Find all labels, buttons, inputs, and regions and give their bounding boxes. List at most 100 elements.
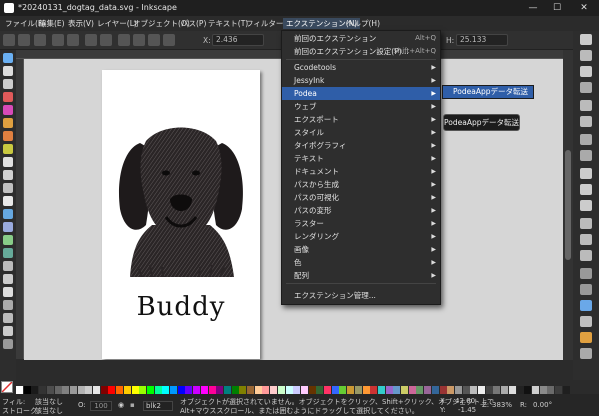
palette-swatch[interactable] [431, 386, 439, 394]
cut-icon[interactable] [580, 184, 592, 195]
vertical-scrollbar-thumb[interactable] [565, 150, 571, 260]
spray-tool-icon[interactable] [3, 209, 13, 219]
mesh-tool-icon[interactable] [3, 261, 13, 271]
flip-vertical-icon[interactable] [100, 34, 112, 46]
palette-swatch[interactable] [316, 386, 324, 394]
palette-swatch[interactable] [185, 386, 193, 394]
palette-swatch[interactable] [193, 386, 201, 394]
palette-swatch[interactable] [100, 386, 108, 394]
palette-swatch[interactable] [424, 386, 432, 394]
palette-swatch[interactable] [231, 386, 239, 394]
palette-swatch[interactable] [555, 386, 562, 394]
flip-horizontal-icon[interactable] [85, 34, 97, 46]
palette-swatch[interactable] [370, 386, 378, 394]
palette-swatch[interactable] [170, 386, 177, 394]
palette-swatch[interactable] [339, 386, 347, 394]
palette-swatch[interactable] [347, 386, 355, 394]
import-icon[interactable] [580, 100, 592, 111]
rotate-ccw-icon[interactable] [52, 34, 64, 46]
menu-item-jessyink[interactable]: JessyInk ▶ [282, 74, 440, 87]
palette-swatch[interactable] [408, 386, 416, 394]
current-layer[interactable]: blk2 [143, 401, 173, 411]
palette-swatch[interactable] [85, 386, 93, 394]
palette-swatch[interactable] [401, 386, 408, 394]
lower-icon[interactable] [148, 34, 160, 46]
stroke-value[interactable]: 該当なし [35, 406, 63, 416]
palette-swatch[interactable] [23, 386, 31, 394]
menu-item-arrange[interactable]: 配列 ▶ [282, 269, 440, 282]
maximize-button[interactable]: ☐ [546, 2, 568, 14]
palette-swatch[interactable] [177, 386, 185, 394]
zoom-selection-icon[interactable] [580, 218, 592, 229]
zoom-value[interactable]: 383% [492, 401, 512, 409]
palette-swatch[interactable] [262, 386, 270, 394]
menu-item-manage-extensions[interactable]: エクステンション管理... [282, 289, 440, 302]
calligraphy-tool-icon[interactable] [3, 326, 13, 336]
menu-item-previous-extension-settings[interactable]: 前回のエクステンション設定(P)... Shift+Alt+Q [282, 45, 440, 58]
palette-swatch[interactable] [331, 386, 339, 394]
close-button[interactable]: ✕ [573, 2, 595, 14]
tweak-tool-icon[interactable] [3, 79, 13, 89]
rectangle-tool-icon[interactable] [3, 105, 13, 115]
palette-swatch[interactable] [146, 386, 154, 394]
node-tool-icon[interactable] [3, 66, 13, 76]
palette-swatch[interactable] [300, 386, 308, 394]
raise-icon[interactable] [133, 34, 145, 46]
dropper-tool-icon[interactable] [3, 274, 13, 284]
menu-view[interactable]: 表示(V) [65, 18, 97, 29]
palette-swatch[interactable] [108, 386, 116, 394]
new-document-icon[interactable] [580, 34, 592, 45]
menu-edit[interactable]: 編集(E) [36, 18, 68, 29]
palette-swatch[interactable] [31, 386, 39, 394]
menu-item-color[interactable]: 色 ▶ [282, 256, 440, 269]
menu-item-text[interactable]: テキスト ▶ [282, 152, 440, 165]
ungroup-icon[interactable] [580, 284, 592, 295]
measure-tool-icon[interactable] [3, 300, 13, 310]
clone-icon[interactable] [580, 250, 592, 261]
gradient-tool-icon[interactable] [3, 248, 13, 258]
menu-item-visualize-path[interactable]: パスの可視化 ▶ [282, 191, 440, 204]
text-tool-icon[interactable] [3, 196, 13, 206]
print-icon[interactable] [580, 82, 592, 93]
lpe-tool-icon[interactable] [3, 313, 13, 323]
submenu-item-podeaapp-data-transfer[interactable]: PodeaAppデータ転送 [443, 86, 533, 98]
document-page[interactable]: Buddy [102, 70, 260, 359]
selector-tool-icon[interactable] [3, 53, 13, 63]
raise-to-top-icon[interactable] [118, 34, 130, 46]
select-all-layers-icon[interactable] [18, 34, 30, 46]
palette-swatch[interactable] [385, 386, 393, 394]
menu-item-podea[interactable]: Podea ▶ [282, 87, 440, 100]
group-icon[interactable] [580, 268, 592, 279]
menu-item-images[interactable]: 画像 ▶ [282, 243, 440, 256]
deselect-icon[interactable] [34, 34, 46, 46]
palette-swatch[interactable] [62, 386, 70, 394]
select-all-icon[interactable] [3, 34, 15, 46]
menu-item-document[interactable]: ドキュメント ▶ [282, 165, 440, 178]
save-icon[interactable] [580, 66, 592, 77]
palette-swatch[interactable] [116, 386, 124, 394]
palette-swatch[interactable] [416, 386, 424, 394]
palette-swatch[interactable] [516, 386, 524, 394]
lower-to-bottom-icon[interactable] [163, 34, 175, 46]
eye-icon[interactable]: ◉ [118, 401, 124, 409]
xml-editor-icon[interactable] [580, 332, 592, 343]
open-file-icon[interactable] [580, 50, 592, 61]
palette-swatch[interactable] [393, 386, 401, 394]
menu-item-generate-from-path[interactable]: パスから生成 ▶ [282, 178, 440, 191]
menu-item-gcodetools[interactable]: Gcodetools ▶ [282, 61, 440, 74]
palette-swatch[interactable] [285, 386, 293, 394]
palette-swatch[interactable] [162, 386, 170, 394]
palette-swatch[interactable] [501, 386, 509, 394]
palette-swatch[interactable] [324, 386, 331, 394]
redo-icon[interactable] [580, 150, 592, 161]
opacity-field[interactable]: 100 [90, 401, 112, 411]
align-distribute-icon[interactable] [580, 348, 592, 359]
palette-swatch[interactable] [470, 386, 478, 394]
palette-swatch[interactable] [131, 386, 139, 394]
palette-swatch[interactable] [77, 386, 85, 394]
palette-swatch[interactable] [16, 386, 23, 394]
menu-item-render[interactable]: レンダリング ▶ [282, 230, 440, 243]
menu-item-previous-extension[interactable]: 前回のエクステンション Alt+Q [282, 32, 440, 45]
palette-swatch[interactable] [93, 386, 100, 394]
copy-icon[interactable] [580, 168, 592, 179]
